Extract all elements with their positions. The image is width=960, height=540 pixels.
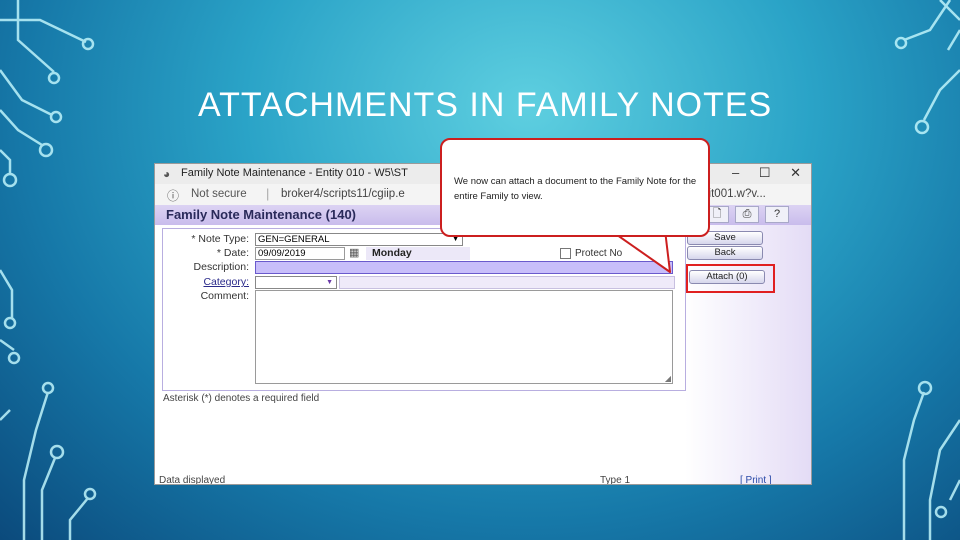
calendar-icon[interactable]: ▦ bbox=[349, 246, 359, 259]
maximize-icon[interactable]: ☐ bbox=[759, 165, 771, 180]
app-icon: ◕ bbox=[163, 167, 171, 181]
category-label[interactable]: Category: bbox=[163, 276, 249, 288]
attach-highlight bbox=[686, 264, 775, 293]
address-separator: | bbox=[266, 186, 270, 201]
chevron-down-icon: ▼ bbox=[326, 279, 333, 286]
help-icon[interactable]: ? bbox=[765, 206, 789, 223]
window-title: Family Note Maintenance - Entity 010 - W… bbox=[181, 167, 408, 179]
note-form: * Note Type: GEN=GENERAL ▼ * Date: 09/09… bbox=[162, 228, 686, 391]
date-label: * Date: bbox=[216, 247, 249, 259]
url-tail-text[interactable]: lit001.w?v... bbox=[706, 188, 766, 200]
status-middle: Type 1 bbox=[600, 475, 631, 485]
comment-label: Comment: bbox=[200, 290, 249, 302]
callout-bubble: We now can attach a document to the Fami… bbox=[440, 138, 710, 237]
back-button[interactable]: Back bbox=[687, 246, 763, 260]
protect-label: Protect No bbox=[575, 248, 623, 259]
category-select[interactable]: ▼ bbox=[255, 276, 337, 289]
url-text[interactable]: broker4/scripts11/cgiip.e bbox=[281, 188, 405, 200]
description-input[interactable] bbox=[255, 261, 673, 274]
protect-checkbox[interactable] bbox=[560, 248, 571, 259]
minimize-icon[interactable]: – bbox=[732, 165, 739, 180]
required-field-note: Asterisk (*) denotes a required field bbox=[163, 393, 320, 404]
note-type-value: GEN=GENERAL bbox=[258, 234, 330, 245]
resize-grip-icon[interactable]: ◢ bbox=[665, 374, 671, 383]
category-description bbox=[339, 276, 675, 289]
note-type-select[interactable]: GEN=GENERAL ▼ bbox=[255, 233, 463, 246]
slide-title: ATTACHMENTS IN FAMILY NOTES bbox=[198, 86, 773, 124]
window-controls: – ☐ ✕ bbox=[716, 165, 801, 181]
status-left: Data displayed bbox=[159, 475, 226, 485]
callout-text: We now can attach a document to the Fami… bbox=[454, 176, 697, 202]
date-input[interactable]: 09/09/2019 bbox=[255, 247, 345, 260]
print-icon[interactable]: ⎙ bbox=[735, 206, 759, 223]
day-display: Monday bbox=[366, 247, 470, 260]
status-right[interactable]: [ Print ] bbox=[740, 475, 772, 484]
description-label: Description: bbox=[193, 261, 249, 273]
info-icon[interactable]: ⓘ bbox=[167, 187, 179, 204]
note-type-label: * Note Type: bbox=[191, 233, 249, 245]
page-title: Family Note Maintenance (140) bbox=[166, 207, 356, 222]
close-icon[interactable]: ✕ bbox=[790, 165, 801, 180]
security-label: Not secure bbox=[191, 188, 247, 200]
toolbar: 🗋 ⎙? bbox=[705, 206, 795, 223]
comment-textarea[interactable]: ◢ bbox=[255, 290, 673, 384]
